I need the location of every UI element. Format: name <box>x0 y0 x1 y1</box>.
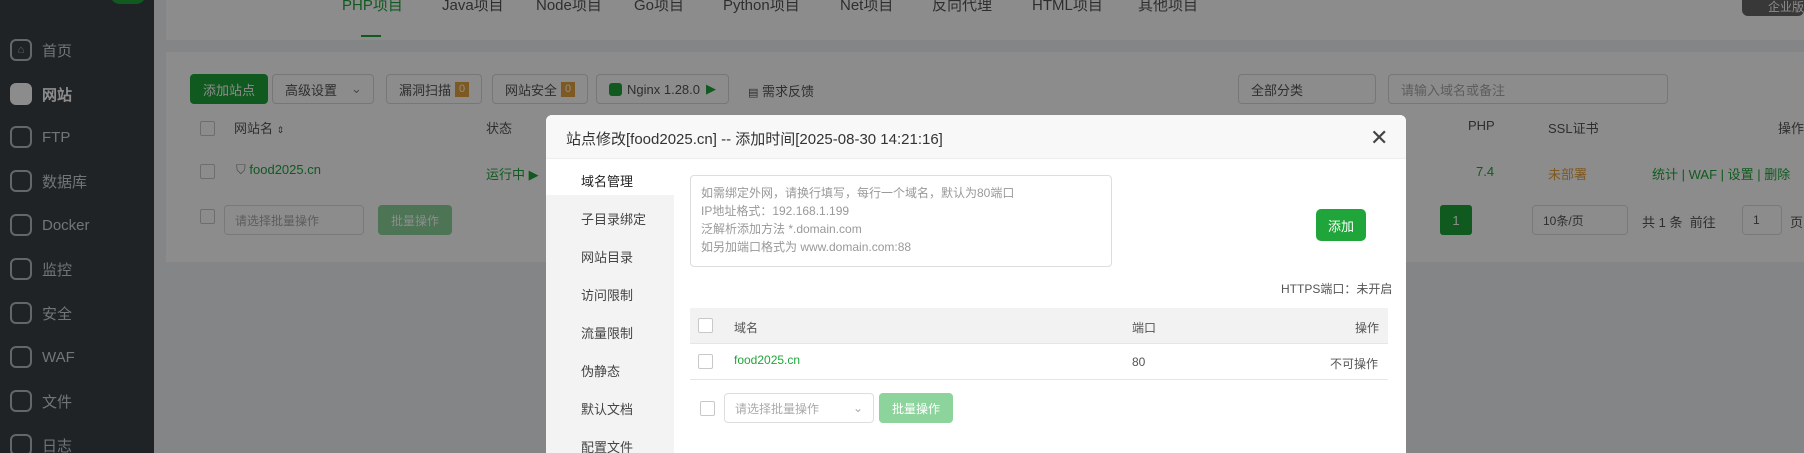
col-port: 端口 <box>1132 321 1157 335</box>
add-domain-button[interactable]: 添加 <box>1316 209 1366 241</box>
port-value: 80 <box>1132 355 1146 369</box>
hint-line: 泛解析添加方法 *.domain.com <box>701 222 862 236</box>
domain-link[interactable]: food2025.cn <box>734 353 800 367</box>
nav-access-limit[interactable]: 访问限制 <box>581 285 633 304</box>
batch-label: 批量操作 <box>891 401 940 416</box>
select-all-checkbox[interactable] <box>698 318 713 333</box>
nav-rewrite[interactable]: 伪静态 <box>581 361 620 380</box>
nav-site-dir[interactable]: 网站目录 <box>581 247 633 266</box>
modal-header: 站点修改[food2025.cn] -- 添加时间[2025-08-30 14:… <box>546 115 1406 159</box>
footer-checkbox[interactable] <box>700 401 715 416</box>
modal-title: 站点修改[food2025.cn] -- 添加时间[2025-08-30 14:… <box>566 131 943 148</box>
hint-line: IP地址格式：192.168.1.199 <box>701 204 850 218</box>
hint-line: 如需绑定外网，请换行填写，每行一个域名，默认为80端口 <box>701 186 1015 200</box>
row-checkbox[interactable] <box>698 354 713 369</box>
close-icon[interactable]: ✕ <box>1370 125 1388 151</box>
col-ops: 操作 <box>1355 321 1380 335</box>
hint-line: 如另加端口格式为 www.domain.com:88 <box>701 240 912 254</box>
nav-subdir-binding[interactable]: 子目录绑定 <box>581 209 646 228</box>
nav-traffic-limit[interactable]: 流量限制 <box>581 323 633 342</box>
domain-textarea[interactable]: 如需绑定外网，请换行填写，每行一个域名，默认为80端口 IP地址格式：192.1… <box>690 175 1112 267</box>
domain-table-header: 域名 端口 操作 <box>690 308 1388 344</box>
modal-nav: 域名管理 子目录绑定 网站目录 访问限制 流量限制 伪静态 默认文档 配置文件 <box>546 159 674 453</box>
nav-default-doc[interactable]: 默认文档 <box>581 399 633 418</box>
https-port-status: HTTPS端口：未开启 <box>1281 282 1393 296</box>
site-edit-modal: 站点修改[food2025.cn] -- 添加时间[2025-08-30 14:… <box>546 115 1406 453</box>
batch-button[interactable]: 批量操作 <box>879 393 953 423</box>
add-label: 添加 <box>1327 218 1354 234</box>
batch-placeholder: 请选择批量操作 <box>735 401 820 416</box>
table-row: food2025.cn 80 不可操作 <box>690 344 1388 380</box>
nav-domain-mgmt[interactable]: 域名管理 <box>581 171 633 190</box>
nav-config-file[interactable]: 配置文件 <box>581 437 633 453</box>
batch-select[interactable]: 请选择批量操作 ⌄ <box>724 393 874 423</box>
col-domain: 域名 <box>734 321 759 335</box>
ops-value: 不可操作 <box>1330 357 1379 371</box>
chevron-down-icon: ⌄ <box>852 401 863 415</box>
